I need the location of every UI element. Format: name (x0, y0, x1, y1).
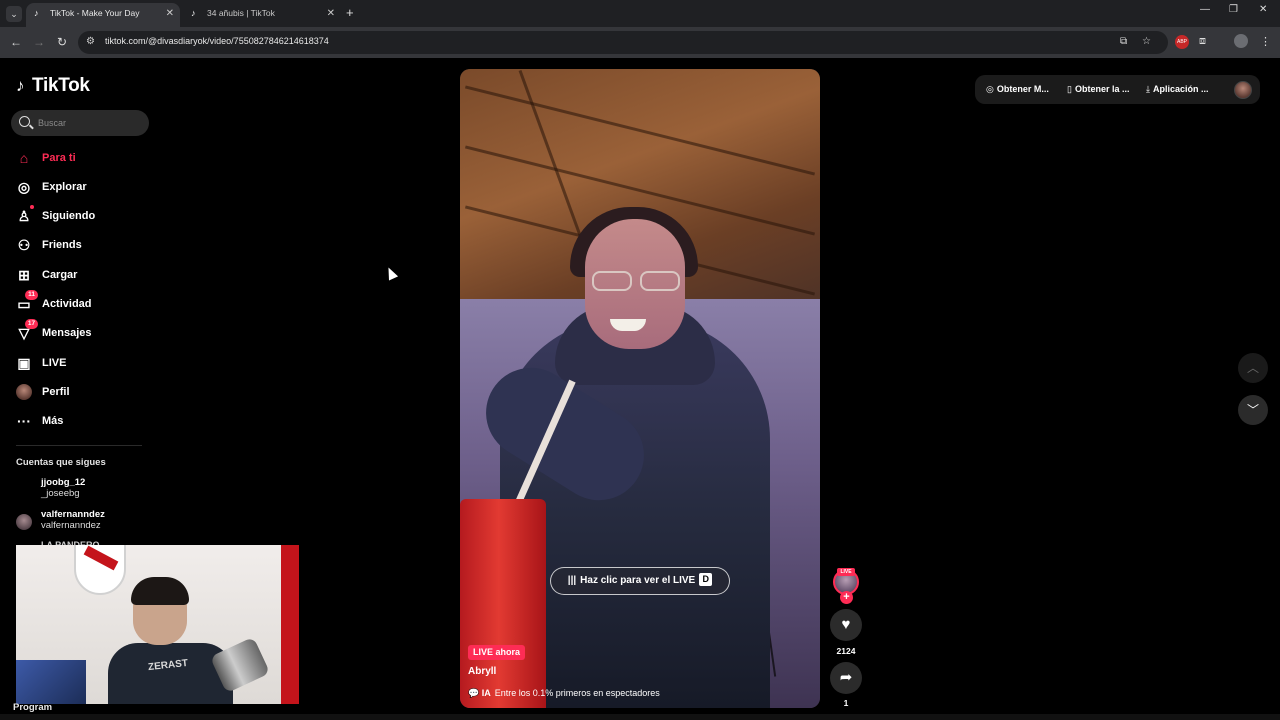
like-count: 2124 (836, 646, 856, 656)
tab-search-button[interactable]: ⌄ (6, 6, 22, 22)
get-app-button[interactable]: ▯ Obtener la ... (1067, 84, 1129, 95)
watch-live-button[interactable]: ||| Haz clic para ver el LIVE D (550, 567, 730, 595)
download-app-button[interactable]: ⤓ Aplicación ... (1146, 84, 1209, 95)
reload-icon[interactable]: ↻ (57, 35, 67, 49)
tab-anubis-tiktok[interactable]: ♪ 34 añubis | TikTok ✕ (183, 3, 341, 27)
restore-icon[interactable]: ❐ (1229, 4, 1238, 15)
previous-video-button[interactable]: ︿ (1238, 353, 1268, 383)
bookmark-star-icon[interactable]: ☆ (1142, 36, 1151, 47)
user-profile-avatar[interactable] (1234, 81, 1252, 99)
close-window-icon[interactable]: ✕ (1259, 4, 1267, 15)
tiktok-logo[interactable]: ♪ TikTok (16, 75, 90, 97)
share-arrow-icon: ➦ (839, 669, 853, 686)
forward-icon[interactable]: → (33, 35, 45, 49)
site-info-icon[interactable]: ⚙ (86, 36, 95, 47)
more-icon: ··· (17, 413, 31, 429)
account-name: _joseebg (41, 488, 80, 499)
install-app-icon[interactable]: ⧉ (1120, 36, 1127, 47)
nav-live[interactable]: ▣ LIVE (16, 353, 146, 375)
address-toolbar: ← → ↻ ⚙ tiktok.com/@divasdiaryok/video/7… (0, 27, 1280, 58)
tiktok-note-icon: ♪ (16, 76, 25, 95)
minimize-icon[interactable]: — (1200, 4, 1210, 15)
phone-icon: ▯ (1067, 84, 1072, 94)
live-tv-icon: ▣ (17, 355, 31, 371)
compass-icon: ◎ (17, 179, 31, 195)
video-player[interactable]: ||| Haz clic para ver el LIVE D LIVE ahora… (460, 69, 820, 708)
share-count: 1 (843, 698, 849, 708)
nav-explorar[interactable]: ◎ Explorar (16, 177, 146, 199)
tab-title: TikTok - Make Your Day (50, 8, 140, 18)
nav-perfil[interactable]: Perfil (16, 382, 146, 404)
account-avatar (16, 514, 32, 530)
sidebar-divider (16, 445, 142, 446)
nav-mas[interactable]: ··· Más (16, 411, 146, 433)
coin-icon: ◎ (986, 84, 994, 94)
tiktok-favicon-icon: ♪ (34, 8, 39, 18)
friends-icon: ⚇ (17, 237, 31, 253)
share-button[interactable]: ➦ (830, 662, 862, 694)
close-tab-icon[interactable]: ✕ (166, 3, 174, 24)
tiktok-favicon-icon: ♪ (191, 8, 196, 18)
nav-mensajes[interactable]: ▽ 17 Mensajes (16, 319, 146, 345)
nav-para-ti[interactable]: ⌂ Para ti (16, 148, 146, 170)
upload-icon: ⊞ (18, 267, 30, 283)
follow-plus-button[interactable]: + (840, 591, 853, 604)
following-section-title: Cuentas que sigues (16, 457, 106, 468)
followed-account[interactable]: jjoobg_12 _joseebg (16, 476, 146, 504)
activity-badge: 11 (25, 290, 38, 300)
video-author[interactable]: Abryll (468, 666, 496, 677)
nav-friends[interactable]: ⚇ Friends (16, 235, 146, 257)
download-icon: ⤓ (1146, 84, 1150, 94)
chat-bubble-icon: 💬 (468, 688, 482, 698)
like-button[interactable]: ♥ (830, 609, 862, 641)
next-video-button[interactable]: ﹀ (1238, 395, 1268, 425)
chevron-up-icon: ︿ (1246, 361, 1259, 375)
live-bars-icon: ||| (567, 575, 577, 586)
new-tab-icon[interactable]: + (346, 6, 354, 20)
omnibox[interactable]: ⚙ tiktok.com/@divasdiaryok/video/7550827… (78, 31, 1168, 54)
browser-profile-avatar[interactable] (1234, 34, 1248, 48)
following-icon: ♙ (17, 208, 31, 224)
home-icon: ⌂ (19, 150, 29, 166)
keyboard-shortcut-key: D (699, 573, 713, 586)
program-label: Program (13, 702, 53, 713)
account-name: valfernanndez (41, 520, 101, 531)
heart-icon: ♥ (841, 616, 851, 633)
nav-siguiendo[interactable]: ♙ Siguiendo (16, 205, 146, 228)
live-avatar-badge: LIVE (837, 568, 855, 576)
profile-avatar (16, 384, 32, 400)
back-icon[interactable]: ← (10, 35, 22, 49)
chevron-down-icon: ﹀ (1246, 403, 1259, 417)
nav-cargar[interactable]: ⊞ Cargar (16, 265, 146, 287)
search-icon (19, 116, 30, 127)
live-now-badge[interactable]: LIVE ahora (468, 645, 526, 660)
notification-dot (30, 205, 34, 209)
extensions-puzzle-icon[interactable]: ⧈ (1199, 35, 1206, 48)
account-username: valfernanndez (41, 509, 105, 520)
messages-badge: 17 (25, 319, 38, 329)
search-box[interactable] (11, 110, 149, 136)
bottom-strip (0, 714, 1280, 720)
browser-tab-strip: ⌄ ♪ TikTok - Make Your Day ✕ ♪ 34 añubis… (0, 0, 1280, 27)
tab-tiktok-make-your-day[interactable]: ♪ TikTok - Make Your Day ✕ (26, 3, 180, 27)
tab-title: 34 añubis | TikTok (207, 8, 275, 18)
mouse-cursor (383, 265, 399, 281)
nav-actividad[interactable]: ▭ 11 Actividad (16, 290, 146, 316)
extension-icon[interactable]: ABP (1175, 35, 1189, 49)
video-caption: 💬 IA Entre los 0.1% primeros en espectado… (468, 688, 660, 698)
account-username: jjoobg_12 (41, 477, 86, 488)
webcam-overlay: ZERAST (16, 545, 299, 704)
top-actions-bar: ◎ Obtener M... ▯ Obtener la ... ⤓ Aplicació… (975, 75, 1260, 104)
close-tab-icon[interactable]: ✕ (327, 3, 335, 24)
url-text[interactable]: tiktok.com/@divasdiaryok/video/755082784… (105, 36, 329, 46)
followed-account[interactable]: valfernanndez valfernanndez (16, 508, 146, 536)
browser-menu-icon[interactable]: ⋮ (1260, 35, 1271, 48)
search-input[interactable] (36, 115, 141, 131)
get-coins-button[interactable]: ◎ Obtener M... (986, 84, 1049, 95)
